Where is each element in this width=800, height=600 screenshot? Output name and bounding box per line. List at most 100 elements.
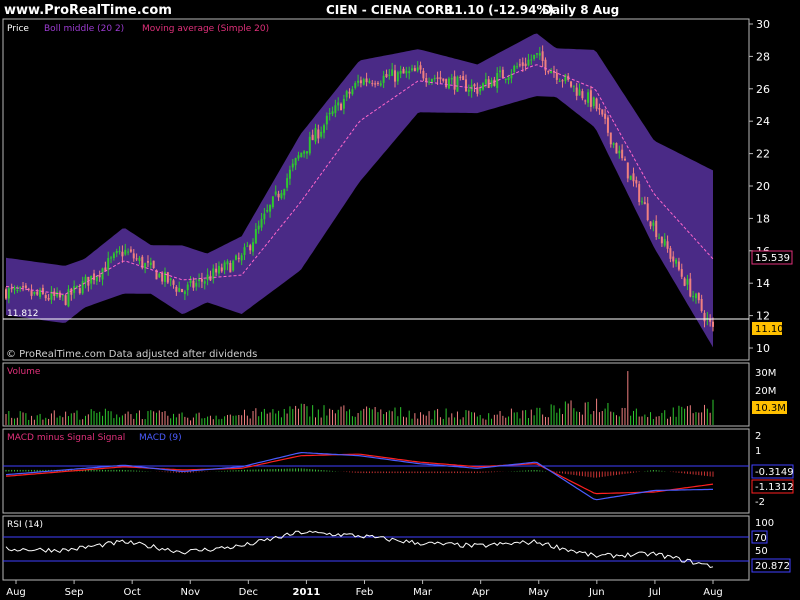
candle-body — [257, 225, 260, 230]
candle-body — [368, 80, 371, 83]
candle-body — [453, 76, 456, 90]
macd-tick-minus2: -2 — [755, 497, 765, 508]
candle-body — [629, 175, 632, 180]
candle-body — [101, 268, 104, 280]
candle-body — [672, 256, 675, 262]
volume-value-text: 10.3M — [755, 403, 786, 414]
candle-body — [359, 80, 362, 84]
candle-body — [513, 65, 516, 73]
candle-body — [638, 184, 641, 203]
candle-body — [64, 295, 67, 305]
candle-body — [516, 66, 519, 68]
candle-body — [263, 213, 266, 220]
volume-tick-20m: 20M — [755, 386, 776, 397]
candle-body — [604, 113, 607, 119]
candle-body — [305, 151, 308, 154]
candle-body — [135, 258, 138, 260]
candle-body — [7, 288, 10, 299]
candle-body — [237, 257, 240, 259]
candle-body — [572, 85, 575, 87]
macd-tick-1: 1 — [755, 446, 761, 457]
candle-body — [504, 78, 507, 81]
candle-body — [524, 63, 527, 67]
candle-body — [581, 91, 584, 99]
candle-body — [169, 278, 172, 281]
candle-body — [95, 276, 98, 282]
candle-body — [587, 92, 590, 103]
candle-body — [334, 105, 337, 113]
candle-body — [445, 79, 448, 88]
candle-body — [229, 262, 232, 273]
time-tick-label: Apr — [472, 587, 490, 598]
site-title[interactable]: www.ProRealTime.com — [4, 3, 172, 18]
price-tick-label: 10 — [756, 342, 770, 355]
candle-body — [181, 288, 184, 293]
candle-body — [362, 79, 365, 85]
candle-body — [589, 90, 592, 107]
candle-body — [499, 70, 502, 73]
candle-body — [391, 69, 394, 76]
candle-body — [618, 150, 621, 154]
candle-body — [234, 255, 237, 260]
candle-body — [686, 279, 689, 285]
candle-body — [61, 294, 64, 296]
price-tick-label: 12 — [756, 310, 770, 323]
candle-body — [595, 98, 598, 109]
candle-body — [712, 321, 714, 327]
candle-body — [129, 249, 132, 252]
candle-body — [351, 89, 354, 95]
candle-body — [325, 115, 328, 125]
candle-body — [75, 285, 78, 288]
candle-body — [269, 204, 272, 212]
candle-body — [58, 292, 61, 298]
candle-body — [382, 75, 385, 83]
candle-body — [643, 202, 646, 205]
candle-body — [646, 203, 649, 221]
candle-body — [152, 260, 155, 269]
candle-body — [288, 169, 291, 179]
volume-title: Volume — [7, 367, 41, 377]
candle-body — [408, 71, 411, 74]
candle-body — [433, 78, 436, 80]
candle-body — [689, 278, 692, 297]
candle-body — [294, 158, 297, 166]
time-tick-label: Jun — [588, 587, 605, 598]
candle-body — [33, 291, 36, 295]
candle-body — [243, 247, 246, 256]
candle-body — [186, 284, 189, 291]
time-tick-label: Aug — [6, 587, 26, 598]
time-tick-label: 2011 — [292, 587, 320, 598]
candle-body — [547, 70, 550, 73]
candle-body — [314, 127, 317, 142]
candle-body — [450, 77, 453, 80]
legend-boll: Boll middle (20 2) — [44, 24, 124, 34]
candle-body — [476, 87, 479, 94]
candle-body — [393, 70, 396, 82]
candle-body — [694, 293, 697, 299]
macd-hist-value: -0.3149 — [755, 467, 794, 478]
candle-body — [482, 83, 485, 90]
candle-body — [675, 259, 678, 264]
candle-body — [428, 81, 431, 83]
candle-body — [277, 193, 280, 198]
candle-body — [459, 76, 462, 78]
candle-body — [280, 193, 283, 199]
candle-body — [328, 112, 331, 115]
candle-body — [323, 125, 326, 133]
watermark: © ProRealTime.com Data adjusted after di… — [6, 349, 257, 360]
candle-body — [379, 83, 382, 86]
candle-body — [132, 253, 135, 259]
candle-body — [166, 272, 169, 283]
candle-body — [93, 273, 96, 280]
candle-body — [376, 82, 379, 85]
time-tick-label: Feb — [356, 587, 374, 598]
candle-body — [189, 280, 192, 284]
candle-body — [666, 241, 669, 249]
candle-body — [286, 178, 289, 188]
candle-body — [13, 287, 16, 290]
candle-body — [178, 288, 181, 292]
candle-body — [331, 111, 334, 114]
candle-body — [164, 271, 167, 282]
candle-body — [252, 242, 255, 252]
price-tick-label: 20 — [756, 180, 770, 193]
